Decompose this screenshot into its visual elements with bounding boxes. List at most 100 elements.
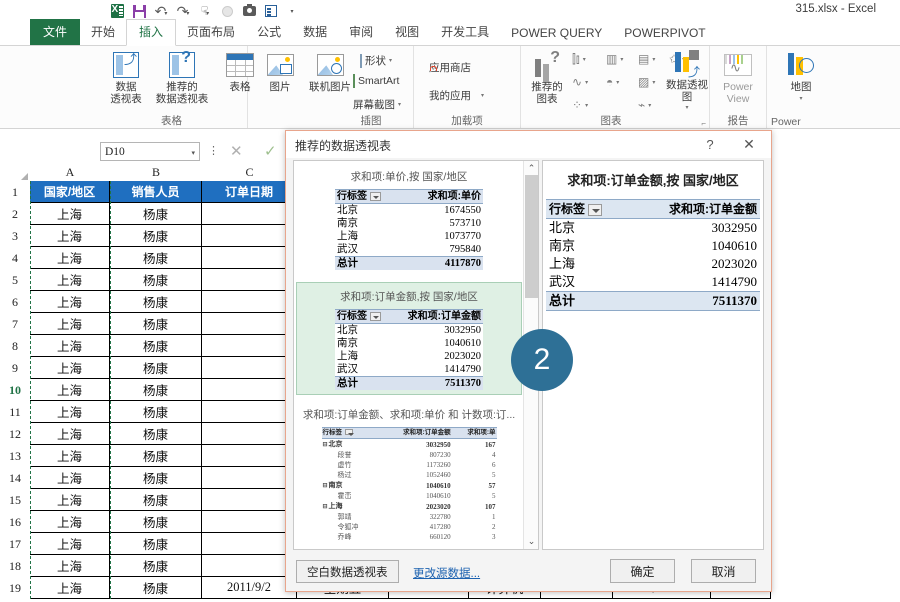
cell-b17[interactable]: 杨康: [110, 533, 202, 555]
picture-button[interactable]: 图片: [254, 50, 306, 94]
cell-c2[interactable]: [202, 203, 297, 225]
ribbon-tab-review[interactable]: 审阅: [338, 20, 384, 45]
cell-c6[interactable]: [202, 291, 297, 313]
row-header-3[interactable]: 3: [0, 225, 30, 247]
row-header-19[interactable]: 19: [0, 577, 30, 599]
row-header-1[interactable]: 1: [0, 181, 30, 203]
pie-chart-button[interactable]: ◓▾: [606, 75, 619, 89]
ribbon-tab-developer[interactable]: 开发工具: [430, 20, 500, 45]
ribbon-tab-view[interactable]: 视图: [384, 20, 430, 45]
cell-c5[interactable]: [202, 269, 297, 291]
cell-c8[interactable]: [202, 335, 297, 357]
cell-c7[interactable]: [202, 313, 297, 335]
camera-icon[interactable]: [238, 1, 260, 21]
power-view-button[interactable]: Power View: [712, 50, 764, 105]
cell-c14[interactable]: [202, 467, 297, 489]
row-header-11[interactable]: 11: [0, 401, 30, 423]
cell-b16[interactable]: 杨康: [110, 511, 202, 533]
row-header-4[interactable]: 4: [0, 247, 30, 269]
cell-c16[interactable]: [202, 511, 297, 533]
row-header-8[interactable]: 8: [0, 335, 30, 357]
column-chart-button[interactable]: ▥▾: [606, 52, 623, 66]
cell-a11[interactable]: 上海: [30, 401, 110, 423]
cell-c12[interactable]: [202, 423, 297, 445]
power-map-button[interactable]: 地图 ▾: [775, 50, 827, 105]
chevron-down-icon[interactable]: ▾: [648, 102, 651, 109]
cell-b1[interactable]: 销售人员: [110, 181, 202, 203]
other-chart-button[interactable]: ⌁▾: [638, 98, 651, 112]
ribbon-tab-powerpivot[interactable]: POWERPIVOT: [613, 23, 716, 45]
cell-a5[interactable]: 上海: [30, 269, 110, 291]
cell-c19[interactable]: 2011/9/2: [202, 577, 297, 599]
list-item[interactable]: 求和项:单价,按 国家/地区 行标签 求和项:单价 北京1674550 南京57…: [296, 163, 522, 274]
scrollbar-thumb[interactable]: [525, 175, 538, 298]
cell-a4[interactable]: 上海: [30, 247, 110, 269]
chevron-up-icon[interactable]: ⌃: [524, 161, 539, 176]
recommended-pivot-table-button[interactable]: 推荐的 数据透视表: [149, 50, 215, 105]
row-header-6[interactable]: 6: [0, 291, 30, 313]
touch-mode-icon[interactable]: ☟▾: [194, 1, 216, 21]
filter-icon[interactable]: [345, 429, 353, 435]
column-header-c[interactable]: C: [202, 164, 297, 181]
name-box[interactable]: D10 ▾: [100, 142, 200, 161]
cell-b10[interactable]: 杨康: [110, 379, 202, 401]
cell-a7[interactable]: 上海: [30, 313, 110, 335]
line-chart-button[interactable]: ▤▾: [638, 52, 655, 66]
cell-b11[interactable]: 杨康: [110, 401, 202, 423]
cell-a3[interactable]: 上海: [30, 225, 110, 247]
cancel-icon[interactable]: ✕: [230, 142, 243, 160]
chevron-down-icon[interactable]: ▾: [398, 101, 401, 108]
bar-chart-button[interactable]: ⫿⫾▾: [572, 52, 586, 67]
cell-a18[interactable]: 上海: [30, 555, 110, 577]
row-header-5[interactable]: 5: [0, 269, 30, 291]
blank-pivot-table-button[interactable]: 空白数据透视表: [296, 560, 399, 583]
cell-a8[interactable]: 上海: [30, 335, 110, 357]
histogram-button[interactable]: ▨▾: [638, 75, 655, 89]
cell-b14[interactable]: 杨康: [110, 467, 202, 489]
row-header-7[interactable]: 7: [0, 313, 30, 335]
chevron-down-icon[interactable]: ▾: [620, 56, 623, 63]
scatter-chart-button[interactable]: ⁘▾: [572, 98, 588, 112]
row-header-9[interactable]: 9: [0, 357, 30, 379]
row-header-14[interactable]: 14: [0, 467, 30, 489]
cell-c1[interactable]: 订单日期: [202, 181, 297, 203]
chevron-down-icon[interactable]: ▾: [661, 103, 713, 115]
change-source-data-link[interactable]: 更改源数据...: [413, 565, 480, 581]
filter-icon[interactable]: [370, 312, 381, 321]
cancel-button[interactable]: 取消: [691, 559, 756, 583]
chevron-down-icon[interactable]: ▾: [583, 56, 586, 63]
cell-b7[interactable]: 杨康: [110, 313, 202, 335]
cell-c4[interactable]: [202, 247, 297, 269]
row-header-13[interactable]: 13: [0, 445, 30, 467]
form-icon[interactable]: [260, 1, 282, 21]
cell-b12[interactable]: 杨康: [110, 423, 202, 445]
row-header-18[interactable]: 18: [0, 555, 30, 577]
row-header-12[interactable]: 12: [0, 423, 30, 445]
cell-c3[interactable]: [202, 225, 297, 247]
ribbon-tab-page-layout[interactable]: 页面布局: [176, 20, 246, 45]
cell-c18[interactable]: [202, 555, 297, 577]
screenshot-button[interactable]: 屏幕截图 ▾: [350, 97, 401, 112]
cell-b18[interactable]: 杨康: [110, 555, 202, 577]
cell-c17[interactable]: [202, 533, 297, 555]
cell-a17[interactable]: 上海: [30, 533, 110, 555]
ok-button[interactable]: 确定: [610, 559, 675, 583]
online-picture-button[interactable]: 联机图片: [301, 50, 359, 94]
row-header-15[interactable]: 15: [0, 489, 30, 511]
cell-a10[interactable]: 上海: [30, 379, 110, 401]
cell-b4[interactable]: 杨康: [110, 247, 202, 269]
cell-a2[interactable]: 上海: [30, 203, 110, 225]
filter-icon[interactable]: [370, 192, 381, 201]
undo-icon[interactable]: ↶▾: [150, 1, 172, 21]
row-header-16[interactable]: 16: [0, 511, 30, 533]
filter-icon[interactable]: [588, 204, 602, 216]
chevron-down-icon[interactable]: ▾: [652, 56, 655, 63]
cell-a16[interactable]: 上海: [30, 511, 110, 533]
chevron-down-icon[interactable]: ▾: [585, 79, 588, 86]
cell-b15[interactable]: 杨康: [110, 489, 202, 511]
circle-icon[interactable]: [216, 1, 238, 21]
chevron-down-icon[interactable]: ▾: [775, 94, 827, 106]
list-item[interactable]: 求和项:订单金额、求和项:单价 和 计数项:订... 行标签 求和项:订单金额 …: [296, 401, 522, 546]
cell-b6[interactable]: 杨康: [110, 291, 202, 313]
chevron-down-icon[interactable]: ⌄: [524, 534, 539, 549]
